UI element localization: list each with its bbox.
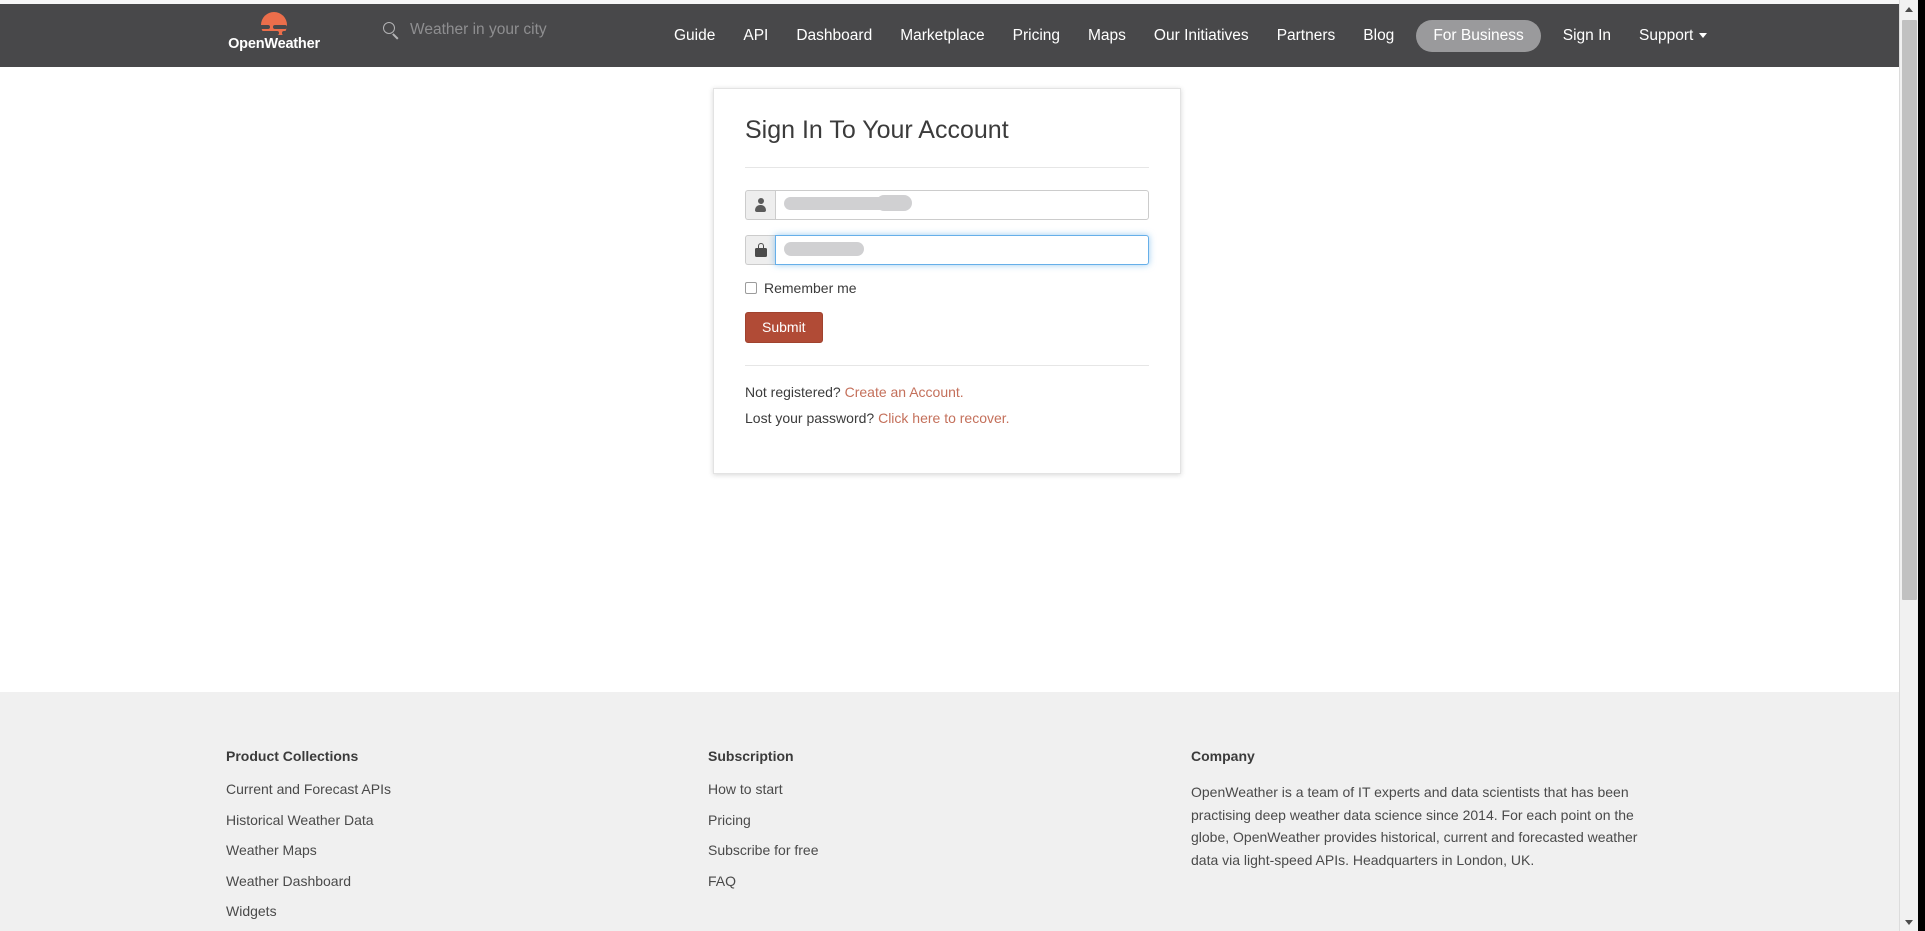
header-search-box[interactable]: Weather in your city <box>383 21 547 39</box>
sign-in-card: Sign In To Your Account Remember me Subm… <box>713 88 1181 474</box>
password-input-group[interactable] <box>745 235 1149 265</box>
vertical-scrollbar[interactable] <box>1899 0 1918 931</box>
footer-column-company: Company OpenWeather is a team of IT expe… <box>1191 748 1651 872</box>
site-footer: Product Collections Current and Forecast… <box>0 692 1899 931</box>
footer-heading: Subscription <box>708 748 794 764</box>
footer-link-faq[interactable]: FAQ <box>708 873 1108 889</box>
username-input-group[interactable] <box>745 190 1149 220</box>
username-addon <box>745 190 775 220</box>
nav-item-support[interactable]: Support <box>1625 21 1721 51</box>
person-icon <box>754 198 767 212</box>
nav-item-partners[interactable]: Partners <box>1263 21 1350 51</box>
search-icon <box>383 21 400 39</box>
remember-me-label[interactable]: Remember me <box>764 280 857 296</box>
nav-item-blog[interactable]: Blog <box>1349 21 1408 51</box>
footer-heading: Company <box>1191 748 1255 764</box>
footer-link-weather-dashboard[interactable]: Weather Dashboard <box>226 873 646 889</box>
redacted-value-mask <box>784 242 864 256</box>
remember-me-checkbox[interactable] <box>745 282 757 294</box>
remember-me-row[interactable]: Remember me <box>745 280 1149 296</box>
nav-item-marketplace[interactable]: Marketplace <box>886 21 998 51</box>
footer-link-current-forecast-apis[interactable]: Current and Forecast APIs <box>226 781 646 797</box>
footer-link-subscribe-for-free[interactable]: Subscribe for free <box>708 842 1108 858</box>
create-account-link[interactable]: Create an Account. <box>845 384 964 400</box>
redacted-value-mask <box>876 195 912 211</box>
page-viewport: OpenWeather Weather in your city Guide A… <box>0 0 1899 931</box>
chevron-down-icon <box>1905 919 1913 925</box>
site-logo[interactable]: OpenWeather <box>226 10 322 60</box>
logo-cloud-bar <box>257 31 279 35</box>
logo-text: OpenWeather <box>228 36 320 52</box>
page-title: Sign In To Your Account <box>745 116 1009 144</box>
password-input[interactable] <box>775 235 1149 265</box>
footer-link-pricing[interactable]: Pricing <box>708 812 1108 828</box>
logo-cloud-bar <box>253 25 270 29</box>
nav-item-pricing[interactable]: Pricing <box>999 21 1074 51</box>
nav-item-maps[interactable]: Maps <box>1074 21 1140 51</box>
nav-item-guide[interactable]: Guide <box>660 21 729 51</box>
card-divider-top <box>745 167 1149 168</box>
lock-icon <box>754 243 767 257</box>
window-right-gutter <box>1918 0 1925 931</box>
lost-password-line: Lost your password? Click here to recove… <box>745 410 1149 426</box>
chevron-up-icon <box>1905 6 1913 12</box>
footer-link-historical-weather-data[interactable]: Historical Weather Data <box>226 812 646 828</box>
username-input[interactable] <box>775 190 1149 220</box>
not-registered-text: Not registered? <box>745 384 841 401</box>
submit-button[interactable]: Submit <box>745 312 823 344</box>
scroll-up-button[interactable] <box>1900 0 1918 18</box>
recover-password-link[interactable]: Click here to recover. <box>878 410 1010 426</box>
password-addon <box>745 235 775 265</box>
not-registered-line: Not registered? Create an Account. <box>745 384 1149 400</box>
main-navigation: Guide API Dashboard Marketplace Pricing … <box>660 4 1721 67</box>
footer-link-how-to-start[interactable]: How to start <box>708 781 1108 797</box>
scrollbar-thumb[interactable] <box>1902 20 1917 600</box>
search-input-placeholder[interactable]: Weather in your city <box>410 21 547 39</box>
footer-heading: Product Collections <box>226 748 359 764</box>
nav-item-dashboard[interactable]: Dashboard <box>782 21 886 51</box>
company-description: OpenWeather is a team of IT experts and … <box>1191 784 1638 869</box>
logo-cloud-bar <box>282 31 293 35</box>
footer-column-product-collections: Product Collections Current and Forecast… <box>226 748 646 931</box>
nav-item-our-initiatives[interactable]: Our Initiatives <box>1140 21 1263 51</box>
footer-link-weather-maps[interactable]: Weather Maps <box>226 842 646 858</box>
site-header: OpenWeather Weather in your city Guide A… <box>0 4 1899 67</box>
lost-password-text: Lost your password? <box>745 410 875 427</box>
browser-page: OpenWeather Weather in your city Guide A… <box>0 0 1925 931</box>
nav-item-api[interactable]: API <box>729 21 782 51</box>
nav-item-sign-in[interactable]: Sign In <box>1549 21 1625 51</box>
card-divider-bottom <box>745 365 1149 367</box>
scroll-down-button[interactable] <box>1900 913 1918 931</box>
footer-column-subscription: Subscription How to start Pricing Subscr… <box>708 748 1108 903</box>
logo-cloud-bar <box>273 25 287 29</box>
footer-link-widgets[interactable]: Widgets <box>226 903 646 919</box>
sun-cloud-logo-icon <box>253 10 295 35</box>
nav-item-for-business[interactable]: For Business <box>1416 19 1541 52</box>
